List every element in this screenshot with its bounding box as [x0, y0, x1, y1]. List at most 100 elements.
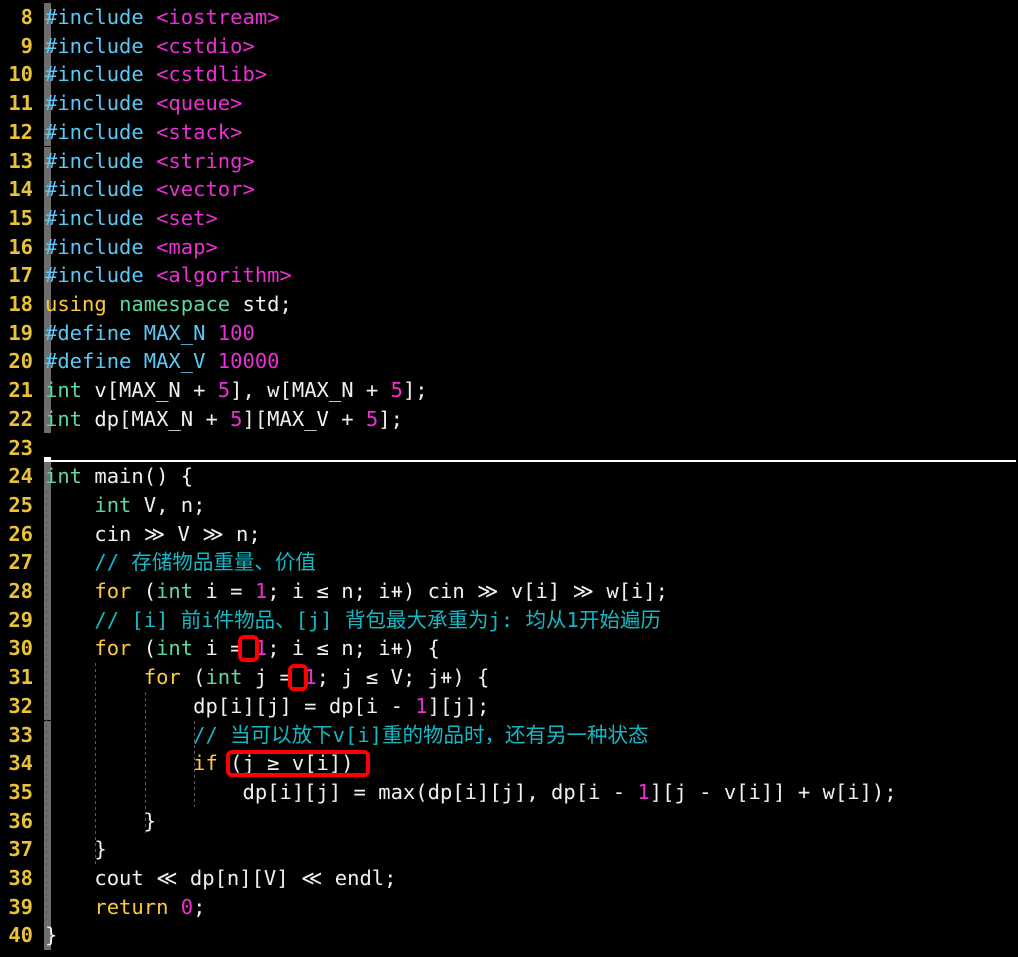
- code-editor[interactable]: 8 #include <iostream> 9 #include <cstdio> 10…: [0, 0, 1018, 957]
- token-id: [205, 321, 217, 345]
- token-id: ; i ≤ n; i⧺) cin ≫ v[i] ≫ w[i];: [267, 579, 669, 603]
- token-id: [144, 263, 156, 287]
- code-line[interactable]: 29 // [i] 前i件物品、[j] 背包最大承重为j: 均从1开始遍历: [0, 605, 1018, 635]
- line-content[interactable]: #include <stack>: [45, 118, 243, 147]
- code-line[interactable]: 15 #include <set>: [0, 203, 1018, 233]
- token-pp: #include: [45, 91, 144, 116]
- code-line[interactable]: 35 dp[i][j] = max(dp[i][j], dp[i - 1][j …: [0, 777, 1018, 807]
- code-line[interactable]: 28 for (int i = 1; i ≤ n; i⧺) cin ≫ v[i]…: [0, 577, 1018, 606]
- code-line[interactable]: 8 #include <iostream>: [0, 3, 1018, 32]
- token-id: main() {: [82, 464, 194, 489]
- line-number: 15: [8, 205, 33, 230]
- line-content[interactable]: #include <vector>: [45, 175, 255, 204]
- line-content[interactable]: for (int i = 1; i ≤ n; i⧺) {: [45, 634, 440, 663]
- token-cmt: // 存储物品重量、价值: [94, 550, 316, 575]
- line-content[interactable]: }: [45, 921, 57, 950]
- code-line[interactable]: 13 #include <string>: [0, 146, 1018, 176]
- line-content[interactable]: }: [45, 835, 107, 864]
- token-id: ][MAX_V +: [242, 406, 366, 431]
- code-line[interactable]: 39 return 0;: [0, 892, 1018, 922]
- token-id: [144, 149, 156, 173]
- code-line[interactable]: 11 #include <queue>: [0, 89, 1018, 118]
- line-content[interactable]: // 存储物品重量、价值: [45, 548, 316, 577]
- line-content[interactable]: return 0;: [45, 893, 205, 922]
- code-line[interactable]: 27 // 存储物品重量、价值: [0, 548, 1018, 577]
- token-hdr: <stack>: [156, 119, 243, 144]
- line-content[interactable]: #include <queue>: [45, 89, 243, 118]
- code-line[interactable]: 24 int main() {: [0, 462, 1018, 491]
- line-content[interactable]: #include <cstdio>: [45, 32, 255, 61]
- code-line[interactable]: 30 for (int i = 1; i ≤ n; i⧺) {: [0, 634, 1018, 664]
- token-hdr: <queue>: [156, 91, 243, 116]
- token-id: V, n;: [131, 492, 206, 517]
- line-content[interactable]: #include <algorithm>: [45, 261, 292, 290]
- line-number: 21: [8, 378, 33, 403]
- code-line[interactable]: 40}: [0, 921, 1018, 951]
- line-content[interactable]: #define MAX_V 10000: [45, 347, 280, 376]
- line-content[interactable]: int dp[MAX_N + 5][MAX_V + 5];: [45, 405, 403, 434]
- indent-guide: [46, 490, 47, 922]
- code-line[interactable]: 9 #include <cstdio>: [0, 31, 1018, 61]
- code-line[interactable]: 33 // 当可以放下v[i]重的物品时，还有另一种状态: [0, 720, 1018, 750]
- line-content[interactable]: #include <map>: [45, 233, 218, 262]
- token-hdr: <map>: [156, 234, 218, 259]
- token-id: dp[MAX_N +: [82, 406, 231, 431]
- line-number: 33: [8, 722, 33, 747]
- line-content[interactable]: if (j ≥ v[i]): [45, 749, 353, 778]
- line-content[interactable]: dp[i][j] = max(dp[i][j], dp[i - 1][j - v…: [45, 778, 896, 807]
- code-line[interactable]: 19 #define MAX_N 100: [0, 318, 1018, 348]
- code-line[interactable]: 32 dp[i][j] = dp[i - 1][j];: [0, 691, 1018, 721]
- code-line[interactable]: 12 #include <stack>: [0, 117, 1018, 147]
- token-type: namespace: [119, 292, 231, 316]
- token-id: ;: [193, 894, 206, 919]
- line-content[interactable]: int v[MAX_N + 5], w[MAX_N + 5];: [45, 376, 428, 405]
- code-line[interactable]: 20 #define MAX_V 10000: [0, 347, 1018, 377]
- code-line[interactable]: 10 #include <cstdlib>: [0, 60, 1018, 90]
- line-content[interactable]: #define MAX_N 100: [45, 319, 255, 348]
- token-type: int: [205, 665, 243, 690]
- code-line[interactable]: 23: [0, 434, 1018, 463]
- code-line[interactable]: 36 }: [0, 806, 1018, 836]
- code-line[interactable]: 37 }: [0, 835, 1018, 864]
- code-line[interactable]: 16 #include <map>: [0, 232, 1018, 262]
- line-content[interactable]: // [i] 前i件物品、[j] 背包最大承重为j: 均从1开始遍历: [45, 606, 660, 635]
- line-number: 23: [8, 435, 33, 460]
- code-line[interactable]: 22 int dp[MAX_N + 5][MAX_V + 5];: [0, 404, 1018, 434]
- line-number: 34: [8, 751, 33, 776]
- line-content[interactable]: for (int i = 1; i ≤ n; i⧺) cin ≫ v[i] ≫ …: [45, 577, 668, 606]
- code-line[interactable]: 26 cin ≫ V ≫ n;: [0, 519, 1018, 549]
- line-content[interactable]: #include <string>: [45, 147, 255, 176]
- code-line[interactable]: 21 int v[MAX_N + 5], w[MAX_N + 5];: [0, 376, 1018, 405]
- line-content[interactable]: #include <cstdlib>: [45, 60, 267, 89]
- line-content[interactable]: int V, n;: [45, 491, 205, 520]
- code-line[interactable]: 18 using namespace std;: [0, 290, 1018, 319]
- token-id: [45, 751, 193, 775]
- code-line[interactable]: 25 int V, n;: [0, 490, 1018, 520]
- token-kw: return: [94, 894, 169, 919]
- token-pp: #include: [45, 177, 144, 202]
- line-content[interactable]: #include <iostream>: [45, 3, 280, 32]
- token-num: 5: [230, 406, 243, 431]
- line-content[interactable]: // 当可以放下v[i]重的物品时，还有另一种状态: [45, 721, 648, 750]
- token-id: v[MAX_N +: [82, 378, 218, 403]
- line-content[interactable]: }: [45, 807, 156, 836]
- code-line[interactable]: 34 if (j ≥ v[i]): [0, 749, 1018, 778]
- code-line[interactable]: 38 cout ≪ dp[n][V] ≪ endl;: [0, 864, 1018, 893]
- code-line[interactable]: 17 #include <algorithm>: [0, 261, 1018, 290]
- token-num: 1: [254, 636, 268, 661]
- token-id: [107, 292, 119, 316]
- token-id: }: [45, 837, 107, 862]
- line-content[interactable]: int main() {: [45, 462, 193, 491]
- code-line[interactable]: 31 for (int j = 1; j ≤ V; j⧺) {: [0, 663, 1018, 692]
- line-content[interactable]: cin ≫ V ≫ n;: [45, 520, 260, 549]
- line-content[interactable]: #include <set>: [45, 204, 218, 233]
- line-content[interactable]: cout ≪ dp[n][V] ≪ endl;: [45, 864, 396, 893]
- line-content[interactable]: dp[i][j] = dp[i - 1][j];: [45, 692, 489, 721]
- indent-guide: [95, 663, 97, 864]
- token-hdr: <cstdlib>: [156, 62, 268, 87]
- line-content[interactable]: using namespace std;: [45, 290, 292, 319]
- token-num: 5: [390, 378, 403, 403]
- token-id: [45, 550, 94, 574]
- line-content[interactable]: for (int j = 1; j ≤ V; j⧺) {: [45, 663, 490, 692]
- code-line[interactable]: 14 #include <vector>: [0, 175, 1018, 204]
